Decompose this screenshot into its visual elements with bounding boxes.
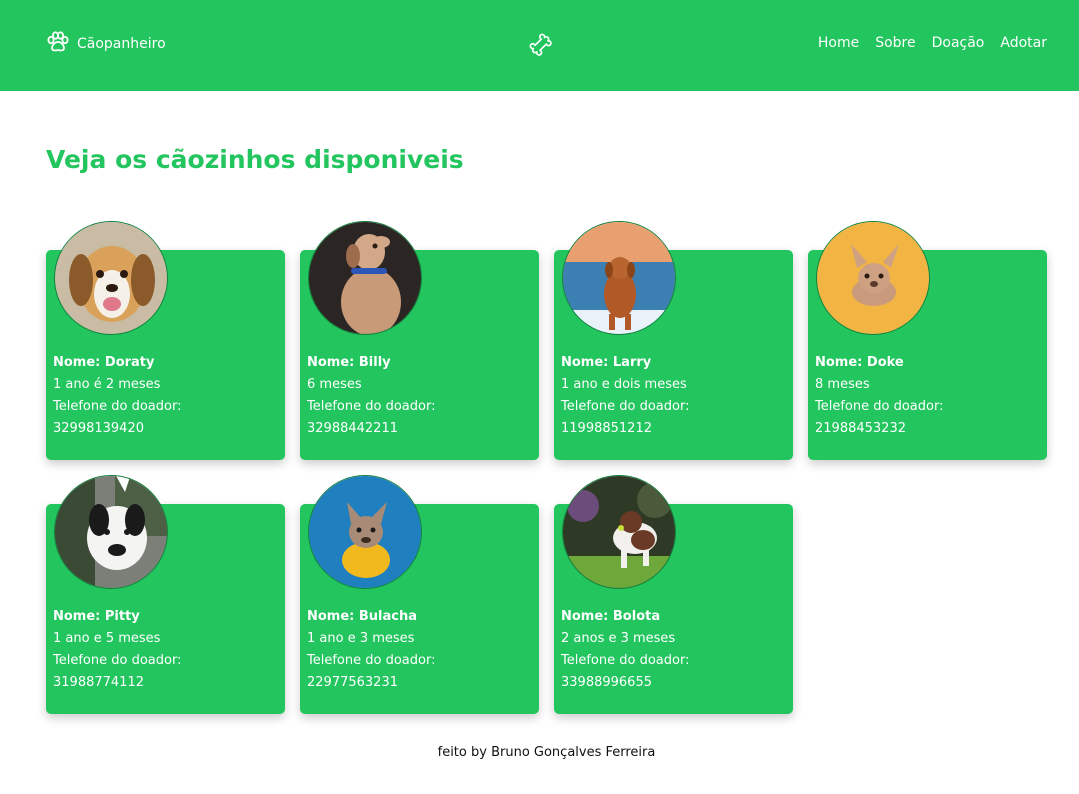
dog-name: Nome: Doraty — [53, 355, 155, 370]
dog-info: Nome: Billy 6 meses Telefone do doador: … — [307, 352, 532, 440]
dog-card[interactable]: Nome: Larry 1 ano e dois meses Telefone … — [554, 221, 793, 460]
phone-number: 32988442211 — [307, 421, 398, 436]
brand-logo[interactable]: Cãopanheiro — [46, 31, 166, 57]
phone-label: Telefone do doador: — [561, 399, 690, 414]
page-title: Veja os cãozinhos disponiveis — [46, 145, 464, 174]
dog-photo — [816, 221, 930, 335]
nav-sobre[interactable]: Sobre — [875, 35, 915, 51]
phone-number: 22977563231 — [307, 675, 398, 690]
phone-label: Telefone do doador: — [53, 653, 182, 668]
phone-number: 33988996655 — [561, 675, 652, 690]
dog-name: Nome: Pitty — [53, 609, 140, 624]
dog-info: Nome: Bulacha 1 ano e 3 meses Telefone d… — [307, 606, 532, 694]
dog-photo — [562, 221, 676, 335]
bone-icon — [529, 33, 553, 57]
dog-card[interactable]: Nome: Pitty 1 ano e 5 meses Telefone do … — [46, 475, 285, 714]
dog-age: 2 anos e 3 meses — [561, 631, 676, 646]
dog-info: Nome: Bolota 2 anos e 3 meses Telefone d… — [561, 606, 786, 694]
phone-label: Telefone do doador: — [561, 653, 690, 668]
brand-name: Cãopanheiro — [77, 36, 166, 52]
dog-age: 1 ano é 2 meses — [53, 377, 161, 392]
dog-name: Nome: Doke — [815, 355, 904, 370]
dog-photo — [308, 475, 422, 589]
footer-credit: feito by Bruno Gonçalves Ferreira — [437, 745, 656, 760]
dog-age: 6 meses — [307, 377, 362, 392]
dog-name: Nome: Bolota — [561, 609, 661, 624]
dog-info: Nome: Doke 8 meses Telefone do doador: 2… — [815, 352, 1040, 440]
dog-card[interactable]: Nome: Bolota 2 anos e 3 meses Telefone d… — [554, 475, 793, 714]
phone-number: 31988774112 — [53, 675, 144, 690]
phone-label: Telefone do doador: — [307, 653, 436, 668]
dog-info: Nome: Larry 1 ano e dois meses Telefone … — [561, 352, 786, 440]
nav-adotar[interactable]: Adotar — [1000, 35, 1047, 51]
dog-age: 1 ano e 3 meses — [307, 631, 415, 646]
dog-age: 1 ano e 5 meses — [53, 631, 161, 646]
nav-doacao[interactable]: Doação — [932, 35, 985, 51]
dog-photo — [54, 221, 168, 335]
dog-card[interactable]: Nome: Bulacha 1 ano e 3 meses Telefone d… — [300, 475, 539, 714]
dog-age: 1 ano e dois meses — [561, 377, 687, 392]
phone-number: 32998139420 — [53, 421, 144, 436]
phone-label: Telefone do doador: — [307, 399, 436, 414]
dog-name: Nome: Bulacha — [307, 609, 418, 624]
nav-home[interactable]: Home — [818, 35, 859, 51]
paw-icon — [46, 31, 70, 57]
dog-card[interactable]: Nome: Doraty 1 ano é 2 meses Telefone do… — [46, 221, 285, 460]
dog-photo — [54, 475, 168, 589]
dog-name: Nome: Billy — [307, 355, 391, 370]
dog-info: Nome: Doraty 1 ano é 2 meses Telefone do… — [53, 352, 278, 440]
dog-card[interactable]: Nome: Doke 8 meses Telefone do doador: 2… — [808, 221, 1047, 460]
phone-number: 21988453232 — [815, 421, 906, 436]
phone-number: 11998851212 — [561, 421, 652, 436]
dog-card[interactable]: Nome: Billy 6 meses Telefone do doador: … — [300, 221, 539, 460]
dog-age: 8 meses — [815, 377, 870, 392]
dog-name: Nome: Larry — [561, 355, 652, 370]
dog-photo — [308, 221, 422, 335]
phone-label: Telefone do doador: — [815, 399, 944, 414]
dog-photo — [562, 475, 676, 589]
navbar: Cãopanheiro Home Sobre Doação Adotar — [0, 0, 1079, 91]
nav-links: Home Sobre Doação Adotar — [818, 35, 1047, 51]
phone-label: Telefone do doador: — [53, 399, 182, 414]
dog-info: Nome: Pitty 1 ano e 5 meses Telefone do … — [53, 606, 278, 694]
